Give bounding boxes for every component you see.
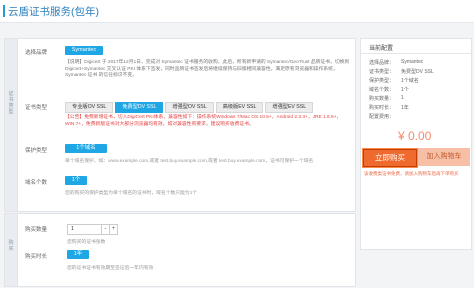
quantity-panel: 购买 购买数量 1 - + 您购买的证书张数 购买时长 1年 您的证书证书有效期… — [4, 213, 356, 287]
config-panel: 证书类型 选择品牌 Symantec 【说明】Digicert 于 2017年1… — [4, 38, 356, 212]
summary-note: 该收费类证书免费，请加入购物车后再下单购买 — [364, 171, 459, 176]
summary-divider — [361, 53, 471, 54]
stripe-label-cert: 证书类型 — [8, 91, 14, 115]
cert-type-tabs: 专业版OV SSL 免费型DV SSL 增强型OV SSL 高级版EV SSL … — [65, 102, 315, 113]
summary-row-duration: 购买时长： 1年 — [369, 105, 409, 111]
tab-ov-professional[interactable]: 专业版OV SSL — [65, 102, 114, 113]
section-stripe-cert: 证书类型 — [5, 39, 18, 211]
protect-type-hint: 单个域名保护，如：www.example.com,或者 test.buy.exa… — [65, 159, 314, 164]
tab-ev-advanced[interactable]: 高级版EV SSL — [215, 102, 264, 113]
buy-now-button[interactable]: 立即购买 — [362, 148, 418, 168]
add-to-cart-button[interactable]: 加入购物车 — [418, 148, 470, 166]
quantity-label: 购买数量 — [25, 227, 48, 233]
tab-ov-enhanced[interactable]: 增强型OV SSL — [165, 102, 214, 113]
summary-row-fee: 配置费用： — [369, 114, 395, 120]
stripe-label-qty: 购买 — [8, 240, 14, 252]
summary-row-protect: 保护类型： 1个域名 — [369, 78, 419, 84]
quantity-stepper: 1 - + — [67, 224, 118, 235]
duration-hint: 您的证书证书有效期至签证后一年内有效 — [67, 266, 154, 271]
brand-option-symantec[interactable]: Symantec — [65, 46, 103, 55]
domain-count-option[interactable]: 1个 — [65, 176, 87, 185]
tab-ev-enhanced[interactable]: 增强型EV SSL — [265, 102, 314, 113]
quantity-hint: 您购买的证书张数 — [67, 240, 106, 245]
summary-row-type: 证书类型： 免费型DV SSL — [369, 69, 434, 75]
announcement-text: 【公告】免费新增证书，切入DigiCert PKI体系，兼容性如下：操作系统Wi… — [65, 115, 342, 127]
cert-type-label: 证书类型 — [25, 105, 48, 111]
top-header: 云盾证书服务(包年) — [0, 0, 474, 23]
protect-type-option[interactable]: 1个域名 — [65, 144, 107, 153]
domain-count-label: 域名个数 — [25, 180, 48, 186]
summary-row-brand: 选择品牌： Symantec — [369, 59, 424, 66]
protect-type-label: 保护类型 — [25, 148, 48, 154]
summary-row-domains: 域名个数： 1个 — [369, 87, 409, 93]
summary-title: 当前配置 — [369, 46, 394, 52]
quantity-plus-button[interactable]: + — [110, 225, 117, 234]
brand-description: 【说明】Digicert 于 2017年12月1日，完成对 Symantec 证… — [65, 60, 350, 78]
duration-label: 购买时长 — [25, 254, 48, 260]
quantity-minus-button[interactable]: - — [102, 225, 110, 234]
price-display: ¥ 0.00 — [398, 129, 432, 143]
page-title: 云盾证书服务(包年) — [8, 6, 99, 18]
summary-row-quantity: 购买数量： 1 — [369, 95, 404, 102]
section-stripe-qty: 购买 — [5, 214, 18, 286]
duration-option[interactable]: 1年 — [67, 250, 89, 259]
quantity-value[interactable]: 1 — [68, 225, 102, 234]
title-accent-bar — [3, 5, 5, 17]
summary-panel: 当前配置 选择品牌： Symantec 证书类型： 免费型DV SSL 保护类型： 1… — [360, 38, 472, 250]
domain-count-hint: 您的购买的保护类型为单个域名的证书时，域名个数只能为1个 — [65, 191, 198, 196]
brand-label: 选择品牌 — [25, 50, 48, 56]
tab-dv-free[interactable]: 免费型DV SSL — [115, 102, 164, 113]
